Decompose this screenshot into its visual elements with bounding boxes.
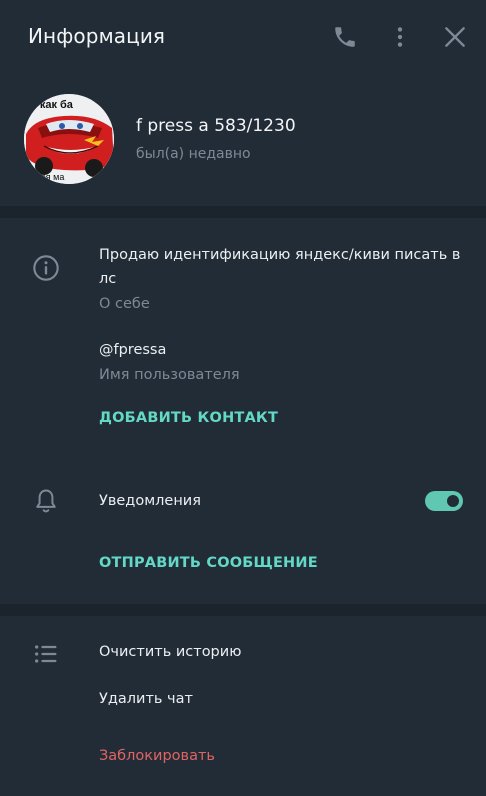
user-info-panel: Информация и как ба твоя ма f press a 58…: [0, 0, 486, 796]
bell-icon: [32, 487, 60, 515]
info-icon: [32, 254, 60, 282]
notifications-label: Уведомления: [99, 493, 201, 509]
profile-status: был(а) недавно: [136, 146, 251, 162]
username-text[interactable]: @fpressa: [99, 338, 166, 362]
clear-history-button[interactable]: Очистить историю: [99, 644, 241, 660]
section-divider: [0, 206, 486, 218]
more-vertical-icon[interactable]: [387, 24, 413, 50]
avatar[interactable]: и как ба твоя ма: [24, 94, 114, 184]
block-user-button[interactable]: Заблокировать: [99, 748, 215, 764]
send-message-button[interactable]: ОТПРАВИТЬ СООБЩЕНИЕ: [99, 555, 318, 571]
profile-name: f press a 583/1230: [136, 116, 296, 136]
close-icon[interactable]: [442, 24, 468, 50]
username-label: Имя пользователя: [99, 367, 240, 383]
profile-block: и как ба твоя ма f press a 583/1230 был(…: [0, 74, 486, 206]
avatar-caption-bottom: твоя ма: [32, 172, 64, 182]
list-icon: [32, 640, 60, 668]
bio-text: Продаю идентификацию яндекс/киви писать …: [99, 247, 461, 287]
section-divider: [0, 604, 486, 616]
notifications-toggle[interactable]: [425, 491, 463, 511]
delete-chat-button[interactable]: Удалить чат: [99, 691, 193, 707]
add-contact-button[interactable]: ДОБАВИТЬ КОНТАКТ: [99, 410, 278, 426]
header: Информация: [0, 0, 486, 74]
bio-label: О себе: [99, 296, 150, 312]
phone-icon[interactable]: [332, 24, 358, 50]
toggle-knob: [445, 493, 461, 509]
page-title: Информация: [28, 24, 166, 48]
avatar-caption-top: и как ба: [30, 99, 74, 111]
